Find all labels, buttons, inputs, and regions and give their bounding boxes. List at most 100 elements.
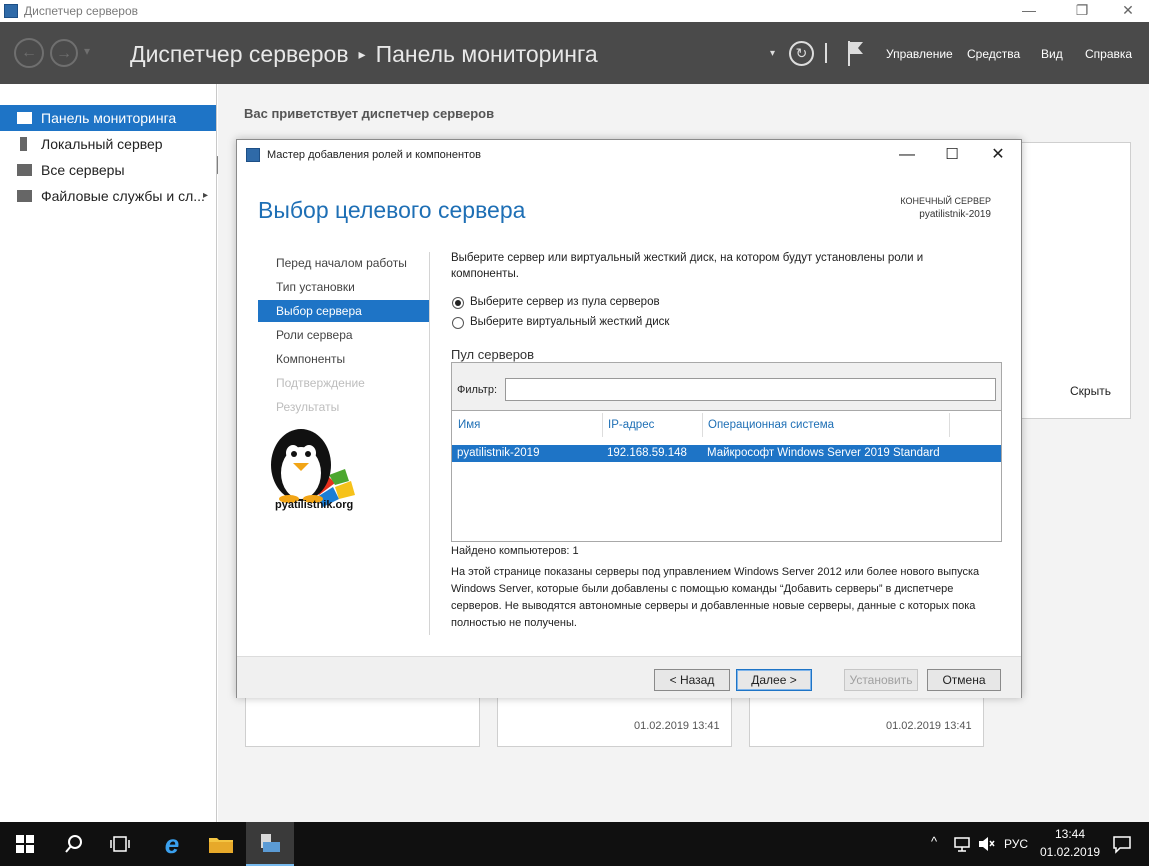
step-installation-type[interactable]: Тип установки bbox=[258, 276, 429, 298]
forward-arrow-icon[interactable]: → bbox=[50, 39, 78, 67]
column-header-os[interactable]: Операционная система bbox=[708, 419, 834, 431]
destination-server-name: pyatilistnik-2019 bbox=[919, 209, 991, 220]
step-before-you-begin[interactable]: Перед началом работы bbox=[258, 252, 429, 274]
volume-muted-icon[interactable] bbox=[977, 835, 995, 853]
page-description: Выберите сервер или виртуальный жесткий … bbox=[451, 252, 924, 280]
welcome-heading: Вас приветствует диспетчер серверов bbox=[244, 106, 495, 121]
column-separator[interactable] bbox=[602, 413, 603, 437]
server-pool-table: Фильтр: Имя IP-адрес Операционная систем… bbox=[451, 362, 1002, 542]
radio-virtual-disk-label[interactable]: Выберите виртуальный жесткий диск bbox=[470, 316, 669, 328]
dashboard-icon bbox=[17, 112, 32, 124]
wizard-page-heading: Выбор целевого сервера bbox=[258, 197, 526, 223]
dialog-title: Мастер добавления ролей и компонентов bbox=[267, 149, 481, 161]
language-indicator[interactable]: РУС bbox=[1004, 837, 1028, 851]
dialog-minimize-button[interactable]: — bbox=[892, 144, 922, 166]
tray-expand-icon[interactable]: ^ bbox=[931, 834, 937, 849]
step-server-roles[interactable]: Роли сервера bbox=[258, 324, 429, 346]
server-manager-taskbar-button[interactable] bbox=[246, 822, 294, 866]
radio-server-pool[interactable] bbox=[452, 297, 464, 309]
next-button[interactable]: Далее > bbox=[736, 669, 812, 691]
dialog-maximize-button[interactable]: ☐ bbox=[937, 144, 967, 166]
file-explorer-icon[interactable] bbox=[208, 834, 234, 854]
sidebar: Панель мониторинга Локальный сервер Все … bbox=[0, 84, 217, 822]
filter-input[interactable] bbox=[505, 378, 996, 401]
step-server-selection[interactable]: Выбор сервера bbox=[258, 300, 429, 322]
restore-button[interactable]: ❐ bbox=[1062, 0, 1102, 22]
server-icon bbox=[20, 137, 27, 151]
history-dropdown-icon[interactable]: ▾ bbox=[84, 44, 90, 58]
menu-manage[interactable]: Управление bbox=[886, 47, 953, 61]
window-title-bar: Диспетчер серверов — ❐ ✕ bbox=[0, 0, 1149, 22]
step-features[interactable]: Компоненты bbox=[258, 348, 429, 370]
back-arrow-icon[interactable]: ← bbox=[14, 38, 44, 68]
tile-timestamp: 01.02.2019 13:41 bbox=[634, 720, 720, 732]
status-tile-2[interactable]: 01.02.2019 13:41 bbox=[497, 696, 732, 747]
radio-server-pool-label[interactable]: Выберите сервер из пула серверов bbox=[470, 296, 660, 308]
sidebar-item-dashboard[interactable]: Панель мониторинга bbox=[0, 105, 216, 131]
hide-link[interactable]: Скрыть bbox=[1070, 384, 1111, 398]
status-tile-3[interactable]: 01.02.2019 13:41 bbox=[749, 696, 984, 747]
dialog-close-button[interactable]: ✕ bbox=[983, 144, 1013, 166]
network-icon[interactable] bbox=[953, 835, 971, 853]
row-server-name: pyatilistnik-2019 bbox=[457, 447, 540, 459]
window-title: Диспетчер серверов bbox=[24, 4, 139, 18]
sidebar-item-file-services[interactable]: Файловые службы и сл... ▸ bbox=[0, 183, 216, 209]
windows-start-icon[interactable] bbox=[16, 835, 34, 853]
sidebar-item-local-server[interactable]: Локальный сервер bbox=[0, 131, 216, 157]
action-center-icon[interactable] bbox=[1112, 834, 1132, 854]
column-header-ip[interactable]: IP-адрес bbox=[608, 419, 654, 431]
menu-help[interactable]: Справка bbox=[1085, 47, 1132, 61]
dialog-footer: < Назад Далее > Установить Отмена bbox=[237, 656, 1021, 698]
wizard-app-icon bbox=[246, 148, 260, 162]
file-services-icon bbox=[17, 190, 32, 202]
sidebar-item-all-servers[interactable]: Все серверы bbox=[0, 157, 216, 183]
server-manager-icon bbox=[261, 834, 280, 852]
step-results: Результаты bbox=[276, 400, 340, 414]
close-button[interactable]: ✕ bbox=[1108, 0, 1148, 22]
menu-tools[interactable]: Средства bbox=[967, 47, 1020, 61]
taskbar: e ^ РУС 13:44 01.02.2019 bbox=[0, 822, 1149, 866]
clock-date[interactable]: 01.02.2019 bbox=[1040, 845, 1100, 859]
filter-label: Фильтр: bbox=[457, 384, 498, 396]
found-count: Найдено компьютеров: 1 bbox=[451, 545, 579, 557]
cancel-button[interactable]: Отмена bbox=[927, 669, 1001, 691]
radio-virtual-disk[interactable] bbox=[452, 317, 464, 329]
menu-view[interactable]: Вид bbox=[1041, 47, 1063, 61]
status-tile-1[interactable] bbox=[245, 696, 480, 747]
filter-bar: Фильтр: bbox=[452, 363, 1001, 411]
row-ip-address: 192.168.59.148 bbox=[607, 447, 687, 459]
info-note: На этой странице показаны серверы под уп… bbox=[451, 566, 980, 629]
breadcrumb-separator-icon: ▸ bbox=[358, 46, 366, 62]
servers-icon bbox=[17, 164, 32, 176]
column-header-name[interactable]: Имя bbox=[458, 419, 480, 431]
sidebar-item-label: Файловые службы и сл... bbox=[41, 188, 205, 204]
server-pool-label: Пул серверов bbox=[451, 347, 535, 362]
tile-timestamp: 01.02.2019 13:41 bbox=[886, 720, 972, 732]
clock-time[interactable]: 13:44 bbox=[1040, 827, 1100, 841]
install-button: Установить bbox=[844, 669, 918, 691]
breadcrumb-app[interactable]: Диспетчер серверов bbox=[130, 41, 349, 67]
breadcrumb-page: Панель мониторинга bbox=[375, 41, 598, 67]
task-view-icon[interactable] bbox=[110, 834, 130, 854]
refresh-dropdown-icon[interactable]: ▾ bbox=[770, 48, 775, 59]
logo-text: pyatilistnik.org bbox=[275, 499, 354, 511]
sidebar-item-label: Все серверы bbox=[41, 162, 125, 178]
column-separator[interactable] bbox=[702, 413, 703, 437]
sidebar-item-label: Локальный сервер bbox=[41, 136, 163, 152]
add-roles-wizard-dialog: Мастер добавления ролей и компонентов — … bbox=[236, 139, 1022, 698]
refresh-icon[interactable]: ↻ bbox=[789, 41, 814, 66]
back-button[interactable]: < Назад bbox=[654, 669, 730, 691]
table-row[interactable]: pyatilistnik-2019 192.168.59.148 Майкрос… bbox=[452, 445, 1001, 462]
steps-divider bbox=[429, 252, 430, 635]
internet-explorer-icon[interactable]: e bbox=[148, 822, 196, 866]
column-separator[interactable] bbox=[949, 413, 950, 437]
step-confirmation: Подтверждение bbox=[276, 376, 365, 390]
expand-arrow-icon[interactable]: ▸ bbox=[203, 183, 208, 209]
notifications-flag-icon[interactable] bbox=[846, 39, 866, 67]
minimize-button[interactable]: — bbox=[1009, 0, 1049, 22]
search-icon[interactable] bbox=[64, 834, 84, 854]
destination-server-label: КОНЕЧНЫЙ СЕРВЕР bbox=[900, 196, 991, 206]
breadcrumb: Диспетчер серверов ▸ Панель мониторинга bbox=[130, 41, 598, 68]
header-divider bbox=[825, 43, 827, 63]
row-os: Майкрософт Windows Server 2019 Standard bbox=[707, 447, 940, 459]
